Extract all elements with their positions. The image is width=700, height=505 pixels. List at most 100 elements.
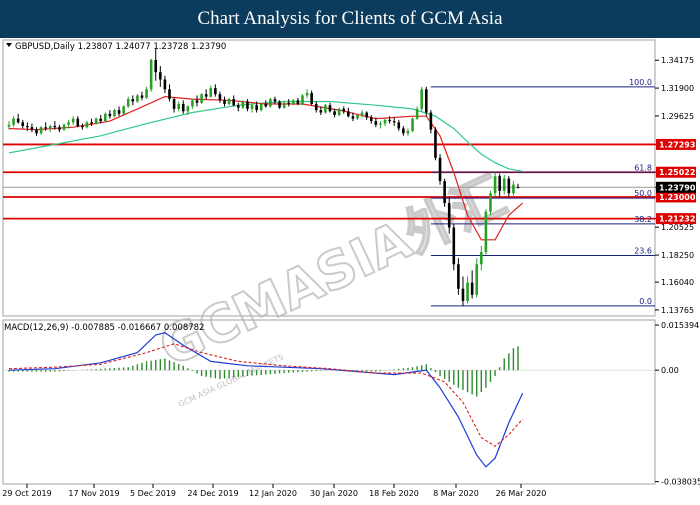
candle-body bbox=[406, 130, 410, 134]
candle-body bbox=[103, 113, 107, 122]
candle-body bbox=[388, 119, 391, 122]
candle-body bbox=[397, 122, 401, 129]
candle-body bbox=[475, 264, 479, 295]
macd-tick-label: 0.015394 bbox=[661, 321, 699, 330]
candle-body bbox=[269, 99, 272, 107]
candle-body bbox=[136, 95, 139, 102]
candle-body bbox=[314, 103, 318, 111]
candle-body bbox=[108, 113, 112, 117]
x-tick-label: 30 Jan 2020 bbox=[310, 489, 358, 498]
y-tick-label: 1.16040 bbox=[661, 278, 694, 287]
candle-body bbox=[232, 99, 235, 106]
candle-body bbox=[131, 99, 135, 102]
candle-body bbox=[507, 178, 511, 194]
level-label-text: 1.27293 bbox=[659, 140, 695, 149]
candle-body bbox=[337, 108, 341, 115]
fib-label: 100.0 bbox=[629, 78, 652, 87]
y-tick-label: 1.34175 bbox=[661, 56, 694, 65]
y-tick-label: 1.18250 bbox=[661, 251, 694, 260]
fib-label: 23.6 bbox=[634, 246, 652, 255]
candle-body bbox=[117, 110, 121, 114]
x-tick-label: 12 Jan 2020 bbox=[249, 489, 297, 498]
macd-pane-frame bbox=[2, 319, 656, 485]
level-label-text: 1.23000 bbox=[659, 193, 696, 202]
candle-body bbox=[163, 79, 167, 90]
x-tick-label: 5 Dec 2019 bbox=[130, 489, 176, 498]
candle-body bbox=[305, 92, 309, 96]
candle-body bbox=[351, 116, 355, 119]
candle-body bbox=[516, 187, 520, 189]
fib-label: 61.8 bbox=[634, 163, 652, 172]
candle-body bbox=[209, 88, 213, 97]
banner-title: Chart Analysis for Clients of GCM Asia bbox=[197, 8, 503, 29]
candle-body bbox=[7, 124, 11, 127]
candle-body bbox=[342, 108, 346, 112]
candle-body bbox=[53, 126, 57, 128]
x-tick-label: 17 Nov 2019 bbox=[68, 489, 119, 498]
candle-body bbox=[301, 95, 304, 104]
chart-area: GCMASIA外汇 GCM ASIA GLOBAL MARKETS 100.0 61… bbox=[0, 38, 700, 500]
candle-body bbox=[498, 176, 501, 191]
candle-body bbox=[214, 88, 217, 95]
candle-body bbox=[319, 110, 323, 113]
chart-menu-triangle-icon bbox=[6, 43, 12, 47]
candle-body bbox=[223, 100, 226, 104]
candle-body bbox=[159, 72, 162, 80]
candle-body bbox=[76, 118, 80, 127]
candle-body bbox=[470, 282, 474, 295]
candle-body bbox=[328, 105, 332, 112]
candle-body bbox=[186, 106, 190, 112]
candle-body bbox=[347, 111, 350, 117]
candle-body bbox=[21, 122, 25, 127]
candle-body bbox=[94, 118, 98, 124]
candle-body bbox=[443, 181, 446, 204]
candle-body bbox=[140, 95, 144, 98]
candle-body bbox=[383, 119, 387, 124]
candle-body bbox=[168, 89, 171, 100]
y-tick-label: 1.31900 bbox=[661, 84, 694, 93]
candle-body bbox=[255, 105, 258, 111]
candle-body bbox=[35, 129, 38, 134]
candle-body bbox=[369, 117, 373, 122]
candle-body bbox=[71, 118, 75, 123]
candle-body bbox=[200, 94, 203, 103]
fib-label: 38.2 bbox=[634, 215, 652, 224]
candle-body bbox=[58, 127, 61, 130]
candle-body bbox=[236, 105, 240, 108]
candle-body bbox=[392, 121, 396, 123]
candle-body bbox=[241, 101, 245, 108]
candle-body bbox=[250, 105, 254, 109]
candle-body bbox=[438, 157, 442, 182]
candle-body bbox=[62, 124, 66, 130]
y-tick-label: 1.13765 bbox=[661, 306, 694, 315]
candle-body bbox=[292, 100, 295, 104]
candle-body bbox=[356, 114, 359, 119]
candle-body bbox=[204, 94, 208, 97]
y-tick-label: 1.29625 bbox=[661, 112, 694, 121]
fib-label: 50.0 bbox=[634, 189, 652, 198]
candle-body bbox=[12, 118, 15, 125]
candle-body bbox=[195, 100, 199, 103]
candle-body bbox=[126, 99, 130, 107]
candle-body bbox=[99, 118, 103, 122]
candle-body bbox=[296, 100, 300, 104]
candle-body bbox=[415, 108, 419, 119]
candle-body bbox=[480, 252, 483, 265]
candle-body bbox=[461, 288, 465, 301]
candle-body bbox=[452, 227, 456, 265]
candle-body bbox=[424, 89, 428, 113]
candle-body bbox=[484, 211, 488, 253]
ma-slow-line bbox=[8, 100, 523, 172]
candle-body bbox=[172, 99, 176, 109]
candle-body bbox=[360, 112, 364, 115]
x-tick-label: 8 Mar 2020 bbox=[433, 489, 479, 498]
candle-body bbox=[512, 184, 515, 194]
macd-indicator bbox=[3, 332, 655, 468]
candle-body bbox=[181, 103, 185, 112]
candle-body bbox=[145, 89, 148, 98]
candle-body bbox=[227, 99, 231, 104]
candle-body bbox=[282, 102, 286, 108]
candles bbox=[7, 48, 520, 306]
candle-body bbox=[493, 176, 497, 194]
candle-body bbox=[113, 110, 116, 117]
